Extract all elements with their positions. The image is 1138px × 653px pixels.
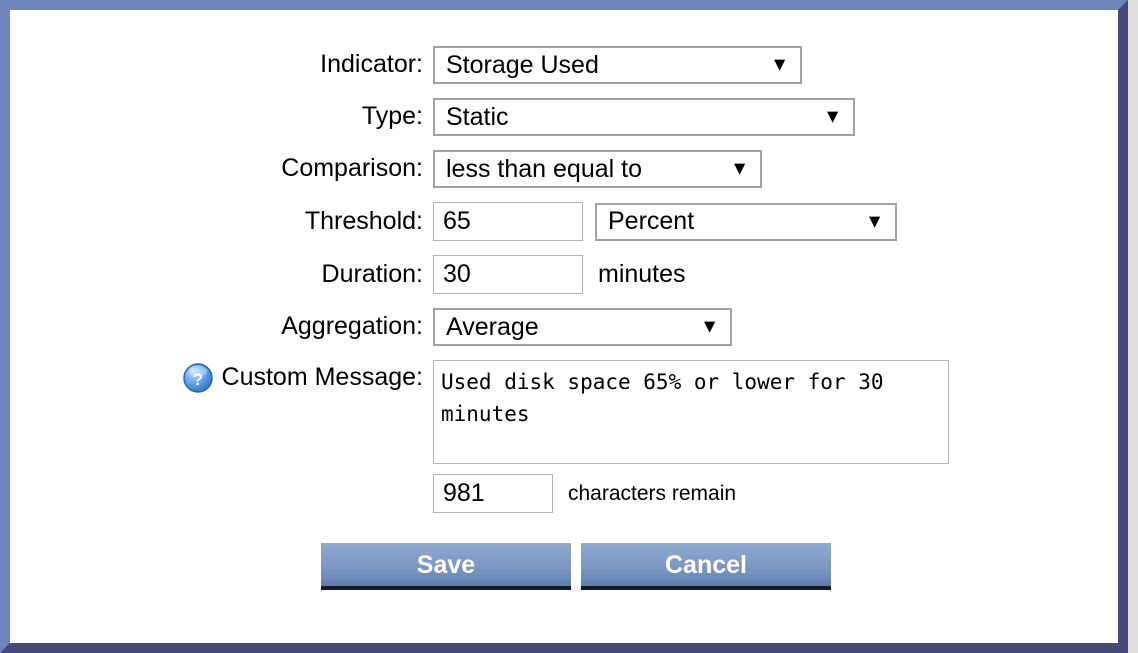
indicator-label: Indicator: bbox=[320, 50, 423, 79]
aggregation-select[interactable]: Average ▼ bbox=[433, 308, 732, 346]
threshold-input[interactable]: 65 bbox=[433, 202, 583, 241]
form-row-custom-message: ? Custom Message: Used disk space 65% or… bbox=[10, 360, 1118, 464]
form-row-duration: Duration: 30 minutes bbox=[10, 255, 1118, 294]
comparison-select-value: less than equal to bbox=[446, 154, 642, 183]
comparison-label: Comparison: bbox=[281, 154, 423, 183]
save-button[interactable]: Save bbox=[321, 543, 571, 590]
duration-input[interactable]: 30 bbox=[433, 255, 583, 294]
duration-label: Duration: bbox=[321, 259, 423, 288]
dialog-frame: Indicator: Storage Used ▼ Type: Static ▼… bbox=[0, 0, 1128, 653]
form-row-indicator: Indicator: Storage Used ▼ bbox=[10, 46, 1118, 84]
duration-field: 30 minutes bbox=[433, 255, 686, 294]
comparison-select[interactable]: less than equal to ▼ bbox=[433, 150, 762, 188]
threshold-input-value: 65 bbox=[443, 207, 471, 235]
custom-message-textarea[interactable]: Used disk space 65% or lower for 30 minu… bbox=[433, 360, 949, 464]
threshold-label: Threshold: bbox=[304, 206, 423, 235]
chevron-down-icon: ▼ bbox=[770, 54, 789, 76]
threshold-unit-value: Percent bbox=[608, 207, 695, 235]
indicator-select-value: Storage Used bbox=[446, 50, 599, 79]
form-row-threshold: Threshold: 65 Percent ▼ bbox=[10, 202, 1118, 241]
comparison-field: less than equal to ▼ bbox=[433, 150, 762, 188]
threshold-unit-select[interactable]: Percent ▼ bbox=[595, 202, 897, 241]
alert-threshold-form: Indicator: Storage Used ▼ Type: Static ▼… bbox=[10, 10, 1118, 643]
aggregation-field: Average ▼ bbox=[433, 308, 732, 346]
custom-message-label-group: ? Custom Message: bbox=[10, 360, 433, 394]
aggregation-label: Aggregation: bbox=[281, 312, 423, 341]
indicator-select[interactable]: Storage Used ▼ bbox=[433, 46, 802, 84]
form-row-type: Type: Static ▼ bbox=[10, 98, 1118, 136]
aggregation-select-value: Average bbox=[446, 312, 539, 341]
type-select-value: Static bbox=[446, 102, 509, 131]
form-actions: Save Cancel bbox=[10, 543, 1118, 590]
indicator-field: Storage Used ▼ bbox=[433, 46, 802, 84]
svg-text:?: ? bbox=[192, 370, 202, 389]
characters-remain-field: 981 characters remain bbox=[433, 474, 736, 513]
type-field: Static ▼ bbox=[433, 98, 855, 136]
custom-message-label: Custom Message: bbox=[221, 363, 423, 392]
form-row-comparison: Comparison: less than equal to ▼ bbox=[10, 150, 1118, 188]
duration-unit-label: minutes bbox=[598, 260, 686, 288]
type-label: Type: bbox=[361, 102, 423, 131]
characters-remain-value: 981 bbox=[443, 479, 485, 507]
chevron-down-icon: ▼ bbox=[700, 316, 719, 338]
form-row-aggregation: Aggregation: Average ▼ bbox=[10, 308, 1118, 346]
duration-input-value: 30 bbox=[443, 260, 471, 288]
threshold-field: 65 Percent ▼ bbox=[433, 202, 897, 241]
characters-remain-label: characters remain bbox=[568, 481, 737, 505]
chevron-down-icon: ▼ bbox=[823, 106, 842, 128]
custom-message-field: Used disk space 65% or lower for 30 minu… bbox=[433, 360, 949, 464]
chevron-down-icon: ▼ bbox=[865, 211, 884, 232]
help-circle-icon[interactable]: ? bbox=[182, 362, 214, 394]
type-select[interactable]: Static ▼ bbox=[433, 98, 855, 136]
chevron-down-icon: ▼ bbox=[730, 158, 749, 180]
characters-remain-input: 981 bbox=[433, 474, 553, 513]
form-row-characters-remain: 981 characters remain bbox=[10, 474, 1118, 513]
cancel-button[interactable]: Cancel bbox=[581, 543, 831, 590]
